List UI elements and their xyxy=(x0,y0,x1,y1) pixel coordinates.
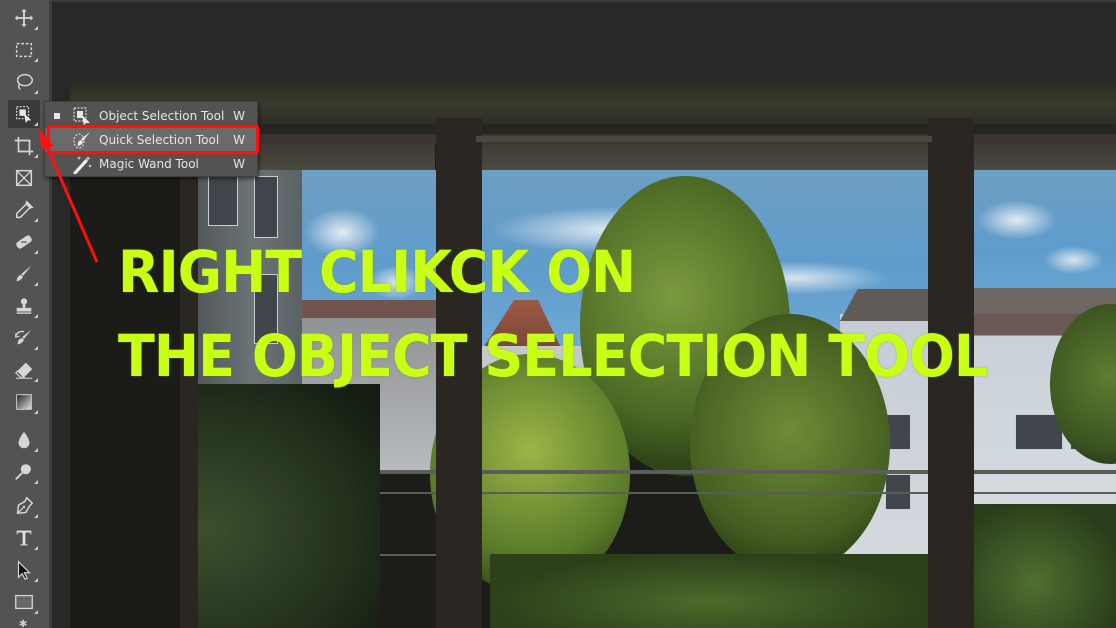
dodge-icon xyxy=(15,464,31,480)
options-bar-edge xyxy=(50,0,1116,2)
annotation-line-1: RIGHT CLIKCK ON xyxy=(118,238,636,306)
flyout-item-label: Magic Wand Tool xyxy=(99,157,199,171)
flyout-item-quick-selection[interactable]: Quick Selection Tool W xyxy=(45,128,257,152)
bandage-icon xyxy=(16,235,32,249)
magic-wand-icon xyxy=(73,156,92,174)
flyout-indicator-icon xyxy=(34,578,38,582)
tool-object-selection[interactable] xyxy=(8,100,40,128)
tool-pen[interactable] xyxy=(8,492,40,520)
flyout-indicator-icon xyxy=(34,282,38,286)
image-blind xyxy=(482,142,928,170)
flyout-item-shortcut: W xyxy=(233,109,245,123)
image-railing xyxy=(300,470,1116,474)
flyout-item-label: Quick Selection Tool xyxy=(99,133,220,147)
tool-eraser[interactable] xyxy=(8,356,40,384)
flyout-item-shortcut: W xyxy=(233,157,245,171)
brush-icon xyxy=(16,265,32,282)
flyout-indicator-icon xyxy=(34,546,38,550)
flyout-indicator-icon xyxy=(34,218,38,222)
stamp-icon xyxy=(16,298,32,314)
eyedropper-icon xyxy=(15,200,34,219)
eraser-icon xyxy=(14,362,33,379)
object-selection-icon xyxy=(16,106,32,124)
tool-lasso[interactable] xyxy=(8,68,40,96)
flyout-indicator-icon xyxy=(34,514,38,518)
tool-rectangle[interactable] xyxy=(8,588,40,616)
image-window xyxy=(208,176,238,226)
annotation-line-2: THE OBJECT SELECTION TOOL xyxy=(118,322,988,390)
flyout-indicator-icon xyxy=(34,90,38,94)
image-plant xyxy=(950,504,1116,628)
flyout-indicator-icon xyxy=(34,610,38,614)
pen-icon xyxy=(16,496,34,515)
image-window-frame xyxy=(476,136,932,142)
tool-flyout-menu: Object Selection Tool W Quick Selection … xyxy=(44,101,258,177)
tool-marquee[interactable] xyxy=(8,36,40,64)
flyout-indicator-icon xyxy=(34,346,38,350)
gradient-icon xyxy=(16,394,32,410)
tool-eyedropper[interactable] xyxy=(8,196,40,224)
flyout-item-object-selection[interactable]: Object Selection Tool W xyxy=(45,104,257,128)
more-tools-icon[interactable]: ✱ xyxy=(19,620,29,628)
flyout-indicator-icon xyxy=(34,378,38,382)
tool-blur[interactable] xyxy=(8,426,40,454)
tool-gradient[interactable] xyxy=(8,388,40,416)
tool-frame[interactable] xyxy=(8,164,40,192)
marquee-icon xyxy=(15,42,33,58)
flyout-indicator-icon xyxy=(34,154,38,158)
move-icon xyxy=(14,8,34,28)
tool-move[interactable] xyxy=(8,4,40,32)
quick-selection-icon xyxy=(73,132,90,149)
flyout-indicator-icon xyxy=(34,250,38,254)
flyout-item-shortcut: W xyxy=(233,133,245,147)
tool-history-brush[interactable] xyxy=(8,324,40,352)
tool-crop[interactable] xyxy=(8,132,40,160)
tool-brush[interactable] xyxy=(8,260,40,288)
tool-clone-stamp[interactable] xyxy=(8,292,40,320)
blur-drop-icon xyxy=(18,431,30,449)
tool-dodge[interactable] xyxy=(8,458,40,486)
history-brush-icon xyxy=(15,329,32,345)
image-blind xyxy=(974,144,1116,170)
tool-spot-healing[interactable] xyxy=(8,228,40,256)
rectangle-icon xyxy=(15,594,33,610)
image-plant xyxy=(490,554,930,628)
image-railing xyxy=(300,492,1116,494)
flyout-indicator-icon xyxy=(34,58,38,62)
flyout-indicator-icon xyxy=(34,410,38,414)
flyout-indicator-icon xyxy=(34,26,38,30)
editor-window: RIGHT CLIKCK ON THE OBJECT SELECTION TOO… xyxy=(0,0,1116,628)
flyout-indicator-icon xyxy=(34,448,38,452)
flyout-item-magic-wand[interactable]: Magic Wand Tool W xyxy=(45,152,257,176)
crop-icon xyxy=(14,136,34,156)
frame-icon xyxy=(15,169,33,187)
flyout-item-label: Object Selection Tool xyxy=(99,109,225,123)
tool-path-selection[interactable] xyxy=(8,556,40,584)
flyout-indicator-icon xyxy=(34,122,38,126)
flyout-indicator-icon xyxy=(34,480,38,484)
flyout-indicator-icon xyxy=(34,314,38,318)
lasso-icon xyxy=(16,73,33,90)
path-selection-icon xyxy=(17,560,31,580)
image-window xyxy=(254,176,278,238)
tool-type[interactable] xyxy=(8,524,40,552)
type-icon xyxy=(16,530,32,546)
object-selection-icon xyxy=(73,107,90,126)
tools-panel: ✱ xyxy=(0,0,52,628)
current-tool-indicator xyxy=(54,113,60,119)
